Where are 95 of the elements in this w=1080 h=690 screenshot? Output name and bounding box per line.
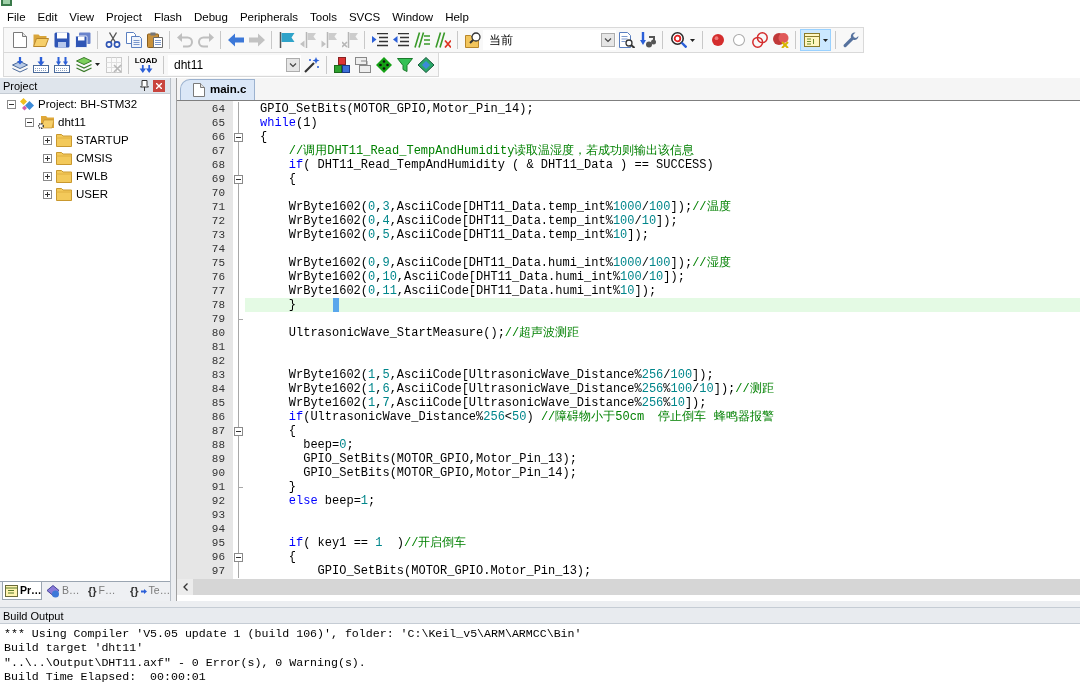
editor-tab[interactable]: main.c bbox=[180, 79, 256, 100]
code-line: { bbox=[288, 172, 296, 186]
menu-item[interactable]: File bbox=[1, 9, 32, 25]
arrow-icon bbox=[140, 588, 147, 594]
braces-icon: {} bbox=[130, 585, 139, 597]
menu-item[interactable]: View bbox=[63, 9, 101, 25]
collapse-icon[interactable] bbox=[234, 426, 243, 436]
diamonds-icon bbox=[20, 97, 34, 111]
collapse-icon[interactable] bbox=[234, 552, 243, 562]
output-line: "..\..\Output\DHT11.axf" - 0 Error(s), 0 Warning(s). bbox=[4, 655, 366, 670]
menu-item[interactable]: Project bbox=[100, 9, 148, 25]
code-line: { bbox=[260, 130, 268, 144]
find-combobox[interactable]: 当前 bbox=[483, 30, 616, 50]
window-icon bbox=[5, 584, 18, 597]
panel-tab[interactable]: {} Te… bbox=[128, 582, 168, 600]
menu-item[interactable]: Help bbox=[439, 9, 475, 25]
code-line: } bbox=[288, 298, 296, 312]
menu-item[interactable]: Edit bbox=[31, 9, 64, 25]
braces-icon: {} bbox=[88, 585, 97, 597]
collapse-icon[interactable] bbox=[7, 99, 16, 109]
code-line: if( key1 == 1 )//开启倒车 bbox=[288, 536, 467, 550]
scroll-left-button[interactable] bbox=[177, 579, 193, 595]
window-layout-button[interactable] bbox=[800, 29, 831, 51]
menu-item[interactable]: Peripherals bbox=[233, 9, 305, 25]
app-icon bbox=[1, 0, 12, 6]
filled-circle-icon[interactable] bbox=[711, 34, 724, 46]
code-line: while(1) bbox=[260, 116, 318, 130]
chevron-left-icon[interactable] bbox=[182, 583, 188, 591]
panel-tab[interactable]: {} F… bbox=[86, 582, 126, 600]
expand-icon[interactable] bbox=[43, 153, 52, 163]
code-line: if( DHT11_Read_TempAndHumidity ( & DHT11_Data ) == SUCCESS) bbox=[288, 158, 714, 172]
tree-item[interactable]: USER bbox=[76, 187, 108, 201]
code-line: WrByte1602(0,3,AsciiCode[DHT11_Data.temp_int%1000/100]);//温度 bbox=[288, 200, 731, 214]
code-line: GPIO_SetBits(MOTOR_GPIO,Motor_Pin_14); bbox=[260, 102, 534, 116]
code-line: UltrasonicWave_StartMeasure();//超声波测距 bbox=[288, 326, 580, 340]
window-icon[interactable] bbox=[803, 33, 820, 47]
folder-icon bbox=[56, 169, 72, 183]
tree-item[interactable]: FWLB bbox=[76, 169, 108, 183]
chevron-down-icon[interactable] bbox=[286, 57, 300, 72]
panel-title: Build Output bbox=[3, 608, 64, 623]
code-line: { bbox=[288, 424, 296, 438]
code-line: GPIO_SetBits(MOTOR_GPIO,Motor_Pin_13); bbox=[303, 452, 577, 466]
code-line: WrByte1602(0,4,AsciiCode[DHT11_Data.temp_int%100/10]); bbox=[288, 214, 678, 228]
collapse-icon[interactable] bbox=[25, 117, 34, 127]
code-line: else beep=1; bbox=[288, 494, 376, 508]
code-line: WrByte1602(0,10,AsciiCode[DHT11_Data.humi_int%100/10]); bbox=[288, 270, 685, 284]
menu-item[interactable]: Flash bbox=[147, 9, 188, 25]
code-line: GPIO_SetBits(MOTOR_GPIO.Motor_Pin_13); bbox=[317, 564, 592, 578]
document-icon bbox=[193, 83, 205, 97]
target-combobox[interactable]: dht11 bbox=[168, 54, 301, 75]
expand-icon[interactable] bbox=[43, 171, 52, 181]
collapse-icon[interactable] bbox=[234, 174, 243, 184]
panel-tab[interactable]: B… bbox=[44, 582, 84, 600]
expand-icon[interactable] bbox=[43, 135, 52, 145]
code-line: beep=0; bbox=[303, 438, 354, 452]
output-line: *** Using Compiler 'V5.05 update 1 (build 106)', folder: 'C:\Keil_v5\ARM\ARMCC\Bin' bbox=[4, 627, 582, 642]
layers-icon[interactable] bbox=[75, 56, 92, 73]
horizontal-scrollbar[interactable] bbox=[177, 579, 1080, 595]
magnifier-icon[interactable] bbox=[670, 32, 687, 48]
folder-icon bbox=[56, 187, 72, 201]
folder-icon bbox=[56, 151, 72, 165]
menu-item[interactable]: SVCS bbox=[342, 9, 387, 25]
panel-tab[interactable]: Pr… bbox=[2, 582, 42, 600]
output-line: Build target 'dht11' bbox=[4, 641, 144, 656]
code-line: } bbox=[288, 480, 296, 494]
caret-icon[interactable] bbox=[94, 63, 100, 66]
download-button[interactable]: LOAD bbox=[133, 53, 159, 76]
menu-item[interactable]: Debug bbox=[188, 9, 234, 25]
code-line: //调用DHT11_Read_TempAndHumidity读取温湿度，若成功则输出该信息 bbox=[288, 144, 695, 158]
folder-icon bbox=[56, 133, 72, 147]
code-line: WrByte1602(0,5,AsciiCode[DHT11_Data.temp_int%10]); bbox=[288, 228, 649, 242]
tree-item[interactable]: Project: BH-STM32 bbox=[38, 97, 138, 111]
tree-item[interactable]: CMSIS bbox=[76, 151, 113, 165]
code-line: WrByte1602(1,7,AsciiCode[UltrasonicWave_Distance%256%10]); bbox=[288, 396, 707, 410]
tree-item[interactable]: STARTUP bbox=[76, 133, 129, 147]
caret-icon[interactable] bbox=[689, 38, 695, 42]
pin-icon[interactable] bbox=[140, 80, 149, 91]
code-line: WrByte1602(0,9,AsciiCode[DHT11_Data.humi_int%1000/100]);//湿度 bbox=[288, 256, 731, 270]
panel-title: Project bbox=[3, 78, 38, 93]
folder-gear-icon bbox=[38, 115, 54, 129]
chevron-down-icon[interactable] bbox=[601, 33, 615, 47]
down-arrows-icon[interactable] bbox=[139, 65, 153, 73]
output-line: Build Time Elapsed: 00:00:01 bbox=[4, 669, 206, 685]
code-line: WrByte1602(1,6,AsciiCode[UltrasonicWave_Distance%256%100/10]);//测距 bbox=[288, 382, 774, 396]
tree-item[interactable]: dht11 bbox=[58, 115, 86, 129]
caret-icon[interactable] bbox=[822, 38, 828, 42]
code-line: WrByte1602(0,11,AsciiCode[DHT11_Data.humi_int%10]); bbox=[288, 284, 657, 298]
code-line: WrByte1602(1,5,AsciiCode[UltrasonicWave_Distance%256/100]); bbox=[288, 368, 714, 382]
menu-item[interactable]: Window bbox=[386, 9, 440, 25]
expand-icon[interactable] bbox=[43, 189, 52, 199]
code-line: GPIO_SetBits(MOTOR_GPIO,Motor_Pin_14); bbox=[303, 466, 577, 480]
code-line: { bbox=[288, 550, 296, 564]
code-line: if(UltrasonicWave_Distance%256<50) //障碍物小于50cm 停止倒车 蜂鸣器报警 bbox=[288, 410, 774, 424]
collapse-icon[interactable] bbox=[234, 132, 243, 142]
menu-item[interactable]: Tools bbox=[304, 9, 343, 25]
